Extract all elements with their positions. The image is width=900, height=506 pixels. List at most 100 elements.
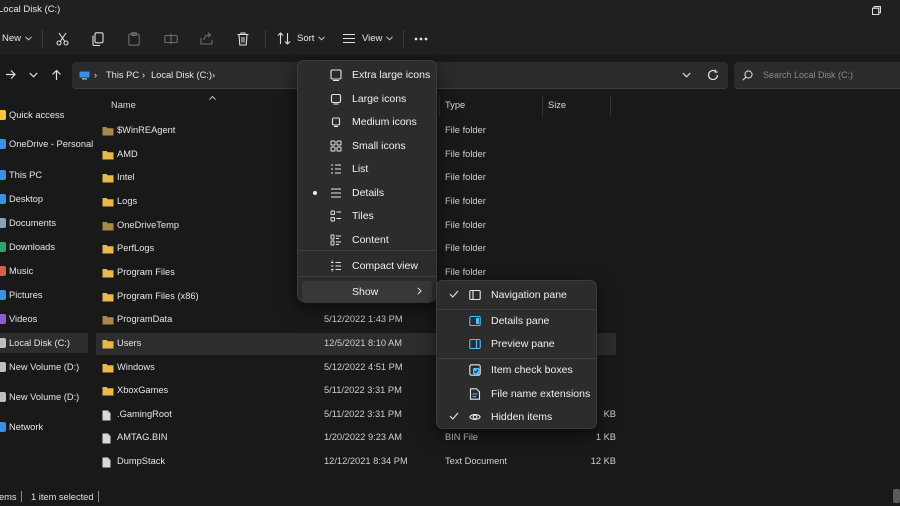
paste-button[interactable] — [128, 22, 140, 55]
sidebar-item[interactable]: Local Disk (C:) — [0, 333, 88, 353]
checkmark-icon — [449, 290, 459, 298]
more-options-button[interactable] — [414, 22, 428, 55]
sidebar-item-label: Quick access — [9, 110, 65, 120]
share-button[interactable] — [200, 22, 214, 55]
view-menu-item[interactable]: Extra large icons — [302, 64, 432, 86]
sidebar-item[interactable]: Quick access — [0, 105, 88, 125]
file-name: Users — [117, 337, 142, 348]
column-divider[interactable] — [542, 95, 543, 117]
show-submenu: Navigation pane Details pane Preview pane I… — [436, 280, 597, 429]
sidebar-item-label: Music — [9, 266, 34, 276]
delete-button[interactable] — [237, 22, 249, 55]
column-header-size[interactable]: Size — [548, 100, 566, 110]
view-menu-item[interactable]: Medium icons — [302, 111, 432, 133]
new-button-label: New — [2, 33, 22, 44]
folder-icon — [102, 127, 114, 136]
file-name: PerfLogs — [117, 243, 155, 254]
recent-locations-chevron-icon[interactable] — [29, 72, 38, 78]
folder-icon — [102, 339, 114, 349]
view-button[interactable]: View — [342, 22, 394, 55]
view-menu-item[interactable]: Content — [302, 229, 432, 251]
search-box[interactable]: Search Local Disk (C:) — [734, 62, 900, 89]
sidebar-item[interactable]: Pictures — [0, 285, 88, 305]
details-view-toggle[interactable] — [893, 489, 900, 503]
navigation-pane-icon — [469, 289, 481, 301]
sidebar-item[interactable]: Music — [0, 261, 88, 281]
file-row[interactable]: DumpStack 12/12/2021 8:34 PM Text Document… — [96, 451, 616, 473]
show-menu-item[interactable]: Preview pane — [441, 333, 592, 355]
file-name: Intel — [117, 172, 135, 183]
breadcrumb-local-disk[interactable]: Local Disk (C:) — [151, 70, 212, 80]
view-menu-item[interactable]: Large icons — [302, 88, 432, 110]
sidebar-item[interactable]: Videos — [0, 309, 88, 329]
show-menu-item[interactable]: Hidden items — [441, 406, 592, 428]
show-menu-label: Preview pane — [491, 338, 555, 350]
search-placeholder: Search Local Disk (C:) — [763, 70, 854, 80]
refresh-icon[interactable] — [707, 69, 719, 81]
sidebar-item[interactable]: Network — [0, 417, 88, 437]
medium-icons-icon — [331, 117, 341, 128]
view-menu-item[interactable]: Details — [302, 182, 432, 204]
file-row[interactable]: AMTAG.BIN 1/20/2022 9:23 AM BIN File 1 KB — [96, 427, 616, 449]
show-menu-item[interactable]: Details pane — [441, 310, 592, 332]
sidebar-item[interactable]: Downloads — [0, 237, 88, 257]
chevron-right-icon — [417, 287, 422, 295]
sidebar-item[interactable]: New Volume (D:) — [0, 387, 88, 407]
file-name: OneDriveTemp — [117, 219, 180, 230]
show-menu-item[interactable]: Navigation pane — [441, 284, 592, 306]
trash-icon — [237, 31, 249, 46]
rename-icon — [164, 33, 178, 44]
sidebar-item-label: Documents — [9, 218, 57, 228]
status-divider — [21, 491, 22, 502]
sidebar-item[interactable]: Desktop — [0, 189, 88, 209]
sidebar-item[interactable]: New Volume (D:) — [0, 357, 88, 377]
toolbar-divider — [403, 30, 404, 48]
selected-bullet-icon — [313, 191, 317, 195]
column-header-name[interactable]: Name — [111, 100, 136, 110]
view-menu-item[interactable]: Small icons — [302, 135, 432, 157]
view-menu-item[interactable]: Show — [302, 281, 432, 303]
view-menu-label: Content — [352, 234, 389, 246]
view-menu-item[interactable]: Compact view — [302, 255, 432, 277]
sort-button[interactable]: Sort — [277, 22, 326, 55]
show-menu-label: Hidden items — [491, 411, 553, 423]
menu-separator — [298, 250, 436, 251]
address-dropdown-chevron-icon[interactable] — [682, 72, 691, 78]
breadcrumb-this-pc[interactable]: This PC — [106, 70, 139, 80]
file-name: Logs — [117, 195, 138, 206]
new-button[interactable]: New — [2, 22, 32, 55]
copy-button[interactable] — [92, 22, 104, 55]
view-menu-item[interactable]: Tiles — [302, 205, 432, 227]
show-menu-item[interactable]: Item check boxes — [441, 359, 592, 381]
up-arrow-icon[interactable] — [51, 69, 62, 81]
view-menu-label: Compact view — [352, 260, 418, 272]
folder-icon — [102, 387, 114, 396]
sidebar-item[interactable]: This PC — [0, 165, 88, 185]
column-divider[interactable] — [439, 95, 440, 117]
view-menu-label: Small icons — [352, 140, 406, 152]
forward-arrow-icon[interactable] — [5, 69, 16, 80]
sidebar-item-label: OneDrive - Personal — [9, 139, 94, 149]
details-icon — [331, 188, 341, 198]
view-menu: Extra large icons Large icons Medium icons… — [297, 60, 437, 303]
rename-button[interactable] — [164, 22, 178, 55]
drive-icon — [0, 362, 6, 372]
column-divider[interactable] — [610, 95, 611, 117]
folder-icon — [102, 150, 114, 160]
column-header-type[interactable]: Type — [445, 100, 465, 110]
file-icon — [102, 457, 111, 468]
show-menu-label: Details pane — [491, 315, 550, 327]
cut-button[interactable] — [56, 22, 69, 55]
view-menu-item[interactable]: List — [302, 158, 432, 180]
item-check-boxes-icon — [469, 364, 481, 376]
file-type: File folder — [445, 148, 486, 159]
restore-window-icon[interactable] — [872, 6, 881, 15]
sidebar-item[interactable]: OneDrive - Personal — [0, 134, 93, 154]
file-type: Text Document — [445, 456, 508, 467]
file-type: File folder — [445, 243, 486, 254]
sidebar-item[interactable]: Documents — [0, 213, 88, 233]
view-menu-label: List — [352, 163, 369, 175]
large-icons-icon — [330, 93, 342, 105]
show-menu-item[interactable]: File name extensions — [441, 383, 592, 405]
sort-ascending-icon — [209, 96, 216, 100]
